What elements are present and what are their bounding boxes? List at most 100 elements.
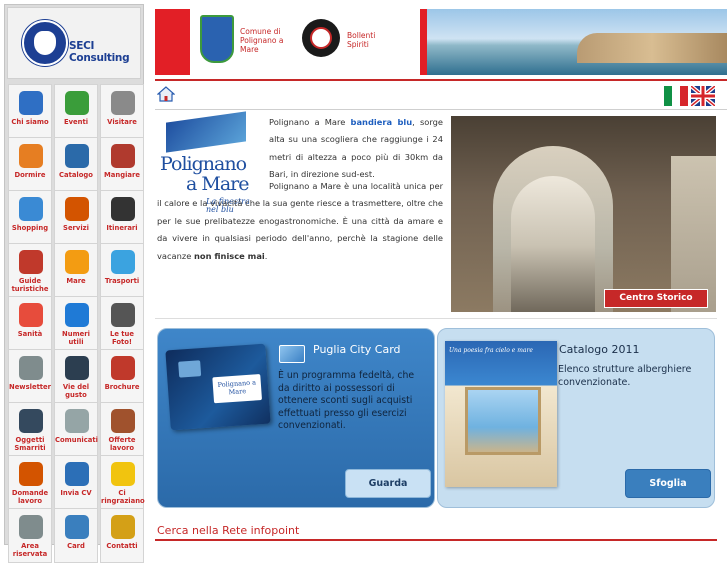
seci-logo[interactable]: SECI Consulting [7,7,141,79]
sidebar-item[interactable]: Invia CV [54,455,98,510]
medical-icon [19,303,43,327]
sidebar-item-label: Catalogo [59,171,93,179]
sidebar-item-label: Dormire [14,171,46,179]
sidebar-item[interactable]: Chi siamo [8,84,52,139]
sidebar-item[interactable]: Visitare [100,84,144,139]
sidebar-item[interactable]: Itinerari [100,190,144,245]
newsletter-icon [19,356,43,380]
books-icon [111,356,135,380]
guarda-button[interactable]: Guarda [345,469,431,498]
sidebar-item-label: Chi siamo [11,118,49,126]
sidebar-item-label: Domande lavoro [11,489,49,505]
sidebar-item[interactable]: Ci ringraziano [100,455,145,510]
sidebar-item[interactable]: Mare [54,243,98,298]
wine-icon [111,144,135,168]
person-icon [19,91,43,115]
sidebar-item-label: Numeri utili [62,330,90,346]
city-card-icon [279,345,305,363]
bandiera-blu-link[interactable]: bandiera blu [351,117,413,127]
sfoglia-button[interactable]: Sfoglia [625,469,711,498]
sidebar-item[interactable]: Vie del gusto [54,349,98,404]
sidebar-item[interactable]: Trasporti [100,243,144,298]
sidebar-item[interactable]: Brochure [100,349,144,404]
card-icon [65,515,89,539]
sidebar-item-label: Comunicati [55,436,98,444]
centro-storico-photo[interactable] [451,116,716,312]
sidebar-item[interactable]: Area riservata [8,508,52,563]
intro-paragraph-1: Polignano a Mare bandiera blu, sorge alt… [269,117,443,180]
magnifier-icon [19,409,43,433]
sidebar-item[interactable]: Le tue Foto! [100,296,144,351]
toolbar-divider [155,109,727,110]
sidebar-item-label: Servizi [63,224,89,232]
sidebar: SECI Consulting Chi siamo Eventi Visitare D… [4,4,145,563]
catalog-cover-image[interactable]: Una poesia fra cielo e mare [445,341,557,487]
sidebar-item[interactable]: Catalogo [54,137,98,192]
sidebar-item[interactable]: Guide turistiche [8,243,52,298]
sidebar-item-label: Ci ringraziano [101,489,145,505]
sidebar-item[interactable]: Domande lavoro [8,455,52,510]
sidebar-item-label: Contatti [106,542,138,550]
at-sign-icon [111,515,135,539]
centro-storico-button[interactable]: Centro Storico [604,289,708,308]
sidebar-item-label: Offerte lavoro [108,436,136,452]
search-divider [155,539,717,541]
search-section-title: Cerca nella Rete infopoint [157,524,300,537]
city-card-panel: Polignano a Mare Puglia City Card È un p… [157,328,435,508]
comune-crest-icon [200,15,234,63]
home-icon[interactable] [157,86,175,102]
document-icon [65,462,89,486]
sidebar-item-label: Invia CV [60,489,92,497]
catalog-description: Elenco strutture alberghiere convenziona… [558,364,692,388]
sidebar-item-label: Area riservata [12,542,48,558]
shopping-bag-icon [19,197,43,221]
sidebar-item-label: Brochure [104,383,140,391]
bed-icon [19,144,43,168]
sidebar-item[interactable]: Comunicati [54,402,98,457]
sidebar-item[interactable]: Shopping [8,190,52,245]
logo-title-line1: Polignano [160,153,247,175]
sidebar-item[interactable]: Card [54,508,98,563]
sidebar-item[interactable]: Offerte lavoro [100,402,144,457]
sidebar-item[interactable]: Dormire [8,137,52,192]
sticky-note-icon [111,462,135,486]
italian-flag-icon[interactable] [664,86,688,106]
city-card-image: Polignano a Mare [165,343,271,431]
sidebar-item-label: Mare [66,277,86,285]
sidebar-item[interactable]: Eventi [54,84,98,139]
sidebar-item-label: Guide turistiche [11,277,49,293]
sidebar-item[interactable]: Newsletter [8,349,52,404]
city-card-title: Puglia City Card [313,343,401,356]
sidebar-item[interactable]: Contatti [100,508,144,563]
bollenti-spiriti-logo-icon[interactable] [302,19,340,57]
sidebar-item-label: Oggetti Smarriti [14,436,46,452]
bollenti-link[interactable]: Bollenti Spiriti [347,31,387,49]
top-banner: Comune di Polignano a Mare Bollenti Spir… [155,9,727,75]
comune-link[interactable]: Comune di Polignano a Mare [240,27,298,54]
briefcase-icon [111,409,135,433]
megaphone-icon [65,409,89,433]
sidebar-item-label: Eventi [63,118,89,126]
camera-icon [111,303,135,327]
intro-paragraph-2: Polignano a Mare è una località unica pe… [157,181,443,261]
uk-flag-icon[interactable] [691,86,715,106]
sidebar-item[interactable]: Sanità [8,296,52,351]
signpost-icon [111,197,135,221]
sidebar-item[interactable]: Mangiare [100,137,144,192]
sidebar-item-label: Trasporti [104,277,140,285]
catalog-panel: Una poesia fra cielo e mare Catalogo 201… [437,328,715,508]
group-icon [19,250,43,274]
sidebar-item[interactable]: Oggetti Smarriti [8,402,52,457]
coast-photo [427,9,727,75]
beach-icon [65,250,89,274]
catalog-title: Catalogo 2011 [559,343,640,356]
sidebar-item-label: Sanità [17,330,43,338]
bus-icon [111,250,135,274]
sidebar-item-label: Vie del gusto [62,383,90,399]
catalog-icon [65,144,89,168]
sidebar-item[interactable]: Servizi [54,190,98,245]
city-card-description: È un programma fedeltà, che da diritto a… [278,370,415,432]
logo-text: SECI Consulting [69,40,130,64]
mountain-icon [111,91,135,115]
sidebar-item[interactable]: Numeri utili [54,296,98,351]
